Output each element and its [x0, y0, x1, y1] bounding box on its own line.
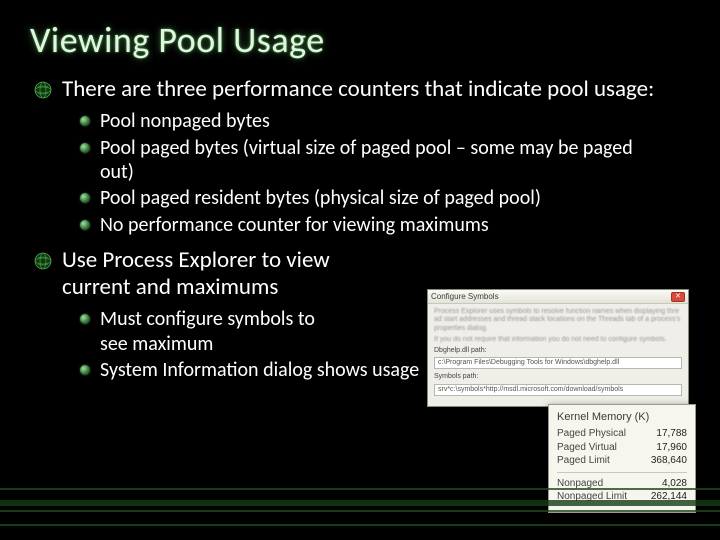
- sub-bullet-text: Pool paged bytes (virtual size of paged …: [100, 136, 660, 185]
- row-key: Paged Virtual: [557, 441, 617, 455]
- row-key: Paged Physical: [557, 427, 626, 441]
- row-key: Paged Limit: [557, 454, 610, 468]
- row-value: 17,960: [656, 441, 687, 455]
- dialog-label: Dbghelp.dll path:: [434, 347, 682, 355]
- bullet-1-text: There are three performance counters tha…: [62, 76, 654, 103]
- panel-row: Paged Limit 368,640: [557, 454, 687, 468]
- dialog-title: Configure Symbols: [431, 292, 499, 301]
- panel-row: Paged Virtual 17,960: [557, 441, 687, 455]
- globe-bullet-icon: [34, 252, 52, 270]
- dot-bullet-icon: [80, 193, 90, 203]
- row-value: 4,028: [662, 477, 687, 491]
- bullet-1-subs: Pool nonpaged bytes Pool paged bytes (vi…: [34, 109, 690, 237]
- panel-row: Paged Physical 17,788: [557, 427, 687, 441]
- panel-divider: [557, 472, 687, 473]
- slide: Viewing Pool Usage There are three perfo…: [0, 0, 720, 540]
- dialog-para: Process Explorer uses symbols to resolve…: [434, 308, 682, 333]
- sub-bullet-text: No performance counter for viewing maxim…: [100, 213, 489, 237]
- symbols-path-field[interactable]: srv*c:\symbols*http://msdl.microsoft.com…: [434, 384, 682, 396]
- sub-bullet: No performance counter for viewing maxim…: [80, 213, 690, 237]
- dot-bullet-icon: [80, 116, 90, 126]
- close-icon[interactable]: [671, 292, 685, 302]
- sub-bullet-text: System Information dialog shows usage: [100, 358, 419, 382]
- sub-bullet-text: Pool nonpaged bytes: [100, 109, 270, 133]
- row-key: Nonpaged: [557, 477, 603, 491]
- dot-bullet-icon: [80, 143, 90, 153]
- sub-bullet: Pool paged resident bytes (physical size…: [80, 186, 690, 210]
- dot-bullet-icon: [80, 365, 90, 375]
- dot-bullet-icon: [80, 220, 90, 230]
- dialog-titlebar: Configure Symbols: [428, 290, 688, 304]
- dialog-body: Process Explorer uses symbols to resolve…: [428, 304, 688, 404]
- sub-bullet: Must configure symbols to see maximum: [80, 307, 330, 356]
- row-key: Nonpaged Limit: [557, 490, 627, 504]
- panel-row: Nonpaged Limit 262,144: [557, 490, 687, 504]
- sub-bullet: Pool nonpaged bytes: [80, 109, 690, 133]
- panel-row: Nonpaged 4,028: [557, 477, 687, 491]
- dot-bullet-icon: [80, 314, 90, 324]
- sub-bullet-text: Must configure symbols to see maximum: [100, 307, 330, 356]
- panel-header: Kernel Memory (K): [557, 411, 687, 423]
- row-value: 368,640: [651, 454, 687, 468]
- row-value: 262,144: [651, 490, 687, 504]
- globe-bullet-icon: [34, 81, 52, 99]
- bullet-2: Use Process Explorer to view current and…: [34, 247, 394, 301]
- sub-bullet-text: Pool paged resident bytes (physical size…: [100, 186, 541, 210]
- row-value: 17,788: [656, 427, 687, 441]
- dialog-label: Symbols path:: [434, 373, 682, 381]
- slide-title: Viewing Pool Usage: [30, 18, 690, 62]
- configure-symbols-dialog: Configure Symbols Process Explorer uses …: [427, 289, 689, 407]
- kernel-memory-panel: Kernel Memory (K) Paged Physical 17,788 …: [548, 404, 696, 513]
- bullet-1: There are three performance counters tha…: [34, 76, 674, 103]
- sub-bullet: Pool paged bytes (virtual size of paged …: [80, 136, 690, 185]
- dbghelp-path-field[interactable]: c:\Program Files\Debugging Tools for Win…: [434, 357, 682, 369]
- dialog-para: If you do not require that information y…: [434, 336, 682, 344]
- bullet-2-text: Use Process Explorer to view current and…: [62, 247, 394, 301]
